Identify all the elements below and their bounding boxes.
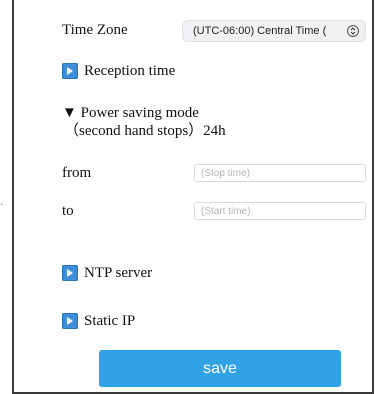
play-icon [62,313,78,329]
from-label: from [62,165,92,181]
power-saving-detail: （second hand stops）24h [64,123,226,139]
time-zone-row: Time Zone [62,21,128,39]
settings-panel: Time Zone (UTC-06:00) Central Time ( Rec… [12,0,374,394]
chevron-up-down-icon [347,25,359,37]
to-row: to [62,202,74,220]
reception-time-toggle[interactable]: Reception time [62,62,175,80]
from-row: from [62,164,91,182]
stop-time-input[interactable] [194,164,366,182]
play-icon [62,63,78,79]
ntp-server-label: NTP server [84,265,153,281]
to-label: to [62,203,74,219]
ntp-server-toggle[interactable]: NTP server [62,264,152,282]
static-ip-toggle[interactable]: Static IP [62,312,135,330]
stray-mark: · [0,200,4,211]
time-zone-value: (UTC-06:00) Central Time ( [193,25,327,37]
reception-time-label: Reception time [84,63,176,79]
static-ip-label: Static IP [84,313,136,329]
start-time-input[interactable] [194,202,366,220]
power-saving-label: ▼ Power saving mode [62,105,199,121]
time-zone-select[interactable]: (UTC-06:00) Central Time ( [182,20,366,42]
play-icon [62,265,78,281]
save-button[interactable]: save [99,350,341,387]
power-saving-toggle[interactable]: ▼ Power saving mode [62,104,199,122]
time-zone-label: Time Zone [62,22,128,38]
